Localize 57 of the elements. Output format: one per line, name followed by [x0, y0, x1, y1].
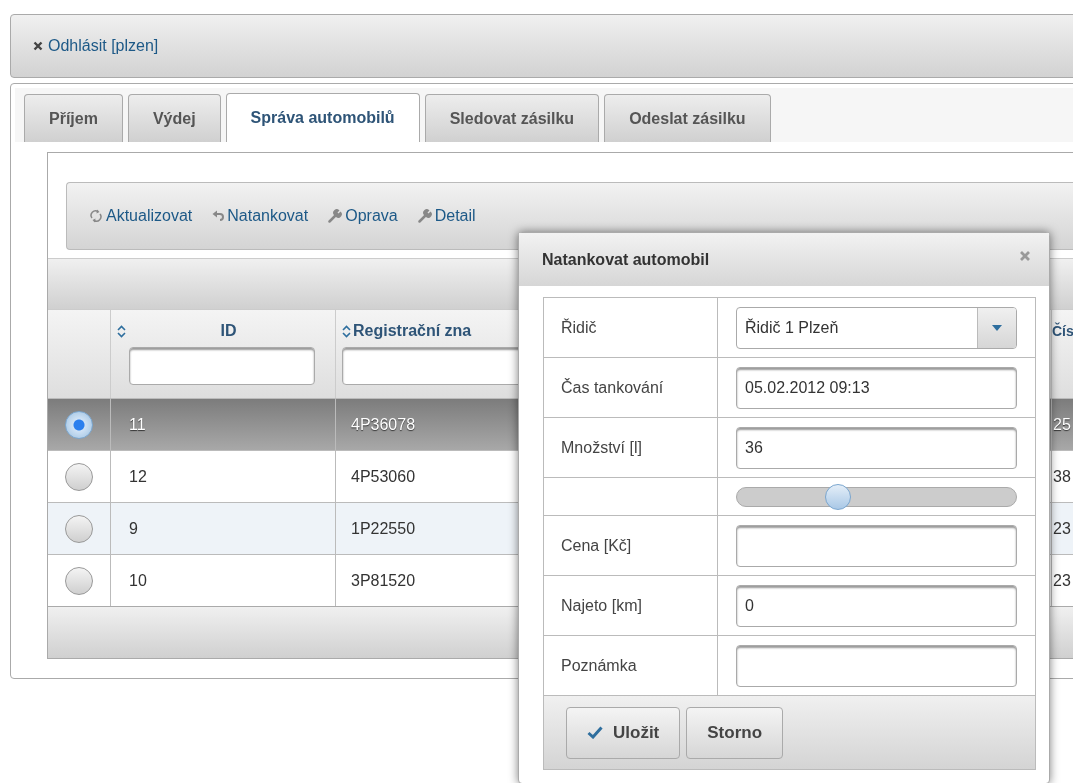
input-field[interactable]: 36 [736, 426, 1017, 469]
table-cell: 11 [129, 415, 146, 434]
table-cell: 23 [1053, 519, 1071, 538]
field-label: Množství [l] [561, 438, 642, 457]
table-cell: 38 [1053, 467, 1071, 486]
column-header[interactable]: ID [128, 322, 329, 340]
column-header[interactable]: Registrační zna [353, 322, 472, 340]
tab[interactable]: Správa automobilů [225, 93, 420, 142]
wrench-icon [417, 209, 432, 223]
input-field[interactable]: 05.02.2012 09:13 [736, 366, 1017, 409]
driver-dropdown[interactable]: Řidič 1 Plzeň [736, 306, 1017, 349]
wrench-icon [328, 209, 343, 223]
tab[interactable]: Sledovat zásilku [424, 94, 600, 142]
dialog-button[interactable]: Storno [686, 706, 784, 759]
toolbar-link[interactable]: Oprava [328, 207, 398, 225]
toolbar-link[interactable]: Aktualizovat [89, 207, 193, 225]
input-field[interactable]: 0 [736, 584, 1017, 627]
toolbar-link[interactable]: Natankovat [212, 207, 309, 225]
field-label: Řidič [561, 318, 597, 337]
logout-link[interactable]: Odhlásit [plzen] [33, 37, 159, 55]
field-label: Cena [Kč] [561, 536, 632, 555]
sort-icon[interactable] [117, 324, 126, 338]
radio-button[interactable] [65, 566, 93, 595]
tab[interactable]: Příjem [24, 94, 123, 142]
table-cell: 23 [1053, 571, 1071, 590]
table-cell: 12 [129, 467, 147, 486]
close-icon [33, 41, 43, 51]
refresh-icon [89, 209, 103, 223]
field-label: Najeto [km] [561, 596, 642, 615]
table-cell: 1P22550 [351, 519, 416, 538]
field-label: Poznámka [561, 656, 637, 675]
radio-button[interactable] [65, 462, 93, 491]
input-field[interactable] [736, 524, 1017, 567]
tab[interactable]: Odeslat zásilku [604, 94, 771, 142]
close-icon[interactable] [1019, 249, 1031, 262]
input-field[interactable] [736, 644, 1017, 687]
dialog-button[interactable]: Uložit [566, 706, 681, 759]
field-label: Čas tankování [561, 378, 664, 397]
table-cell: 10 [129, 571, 147, 590]
undo-icon [212, 209, 225, 223]
table-cell: 4P36078 [351, 415, 416, 434]
sort-icon[interactable] [342, 324, 351, 338]
radio-button[interactable] [65, 514, 93, 543]
table-cell: 25 [1053, 415, 1071, 434]
slider-track[interactable] [736, 486, 1017, 507]
slider-handle[interactable] [825, 483, 852, 510]
table-cell: 3P81520 [351, 571, 416, 590]
table-cell: 9 [129, 519, 138, 538]
dialog-title: Natankovat automobil [542, 250, 710, 269]
table-cell: 4P53060 [351, 467, 416, 486]
filter-field[interactable] [129, 347, 315, 385]
column-header[interactable]: Čís [1052, 323, 1073, 339]
checkmark-icon [587, 726, 603, 739]
caret-icon [992, 324, 1002, 331]
tab[interactable]: Výdej [127, 94, 221, 142]
toolbar-link[interactable]: Detail [417, 207, 476, 225]
radio-button[interactable] [65, 410, 93, 439]
